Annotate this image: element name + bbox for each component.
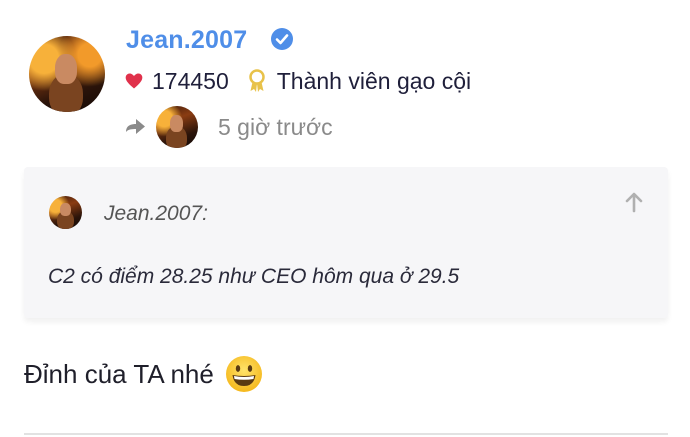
like-count: 174450 [152, 67, 229, 94]
award-badge-icon [249, 69, 265, 92]
post-time[interactable]: 5 giờ trước [218, 114, 333, 141]
member-rank: Thành viên gạo cội [276, 67, 472, 94]
verified-check-icon [271, 28, 293, 50]
quote-author-avatar [49, 196, 82, 229]
post-divider [24, 433, 668, 435]
post-card: Jean.2007 174450 Thành viên gạo cội 5 gi… [0, 0, 690, 437]
reply-info: 5 giờ trước [124, 106, 333, 148]
quote-text: C2 có điểm 28.25 như CEO hôm qua ở 29.5 [48, 265, 460, 288]
username-link[interactable]: Jean.2007 [126, 26, 247, 55]
quote-block: Jean.2007: C2 có điểm 28.25 như CEO hôm … [24, 167, 668, 318]
quote-author: Jean.2007: [104, 202, 208, 225]
post-text: Đỉnh của TA nhé [24, 358, 214, 389]
grinning-face-emoji [225, 356, 262, 392]
heart-icon [125, 73, 143, 89]
user-avatar[interactable] [29, 36, 105, 112]
arrow-up-icon[interactable] [624, 191, 644, 213]
reply-arrow-icon[interactable] [124, 117, 146, 137]
user-stats: 174450 Thành viên gạo cội [124, 67, 471, 95]
post-body: Đỉnh của TA nhé [24, 352, 264, 396]
reply-to-avatar[interactable] [156, 106, 198, 148]
